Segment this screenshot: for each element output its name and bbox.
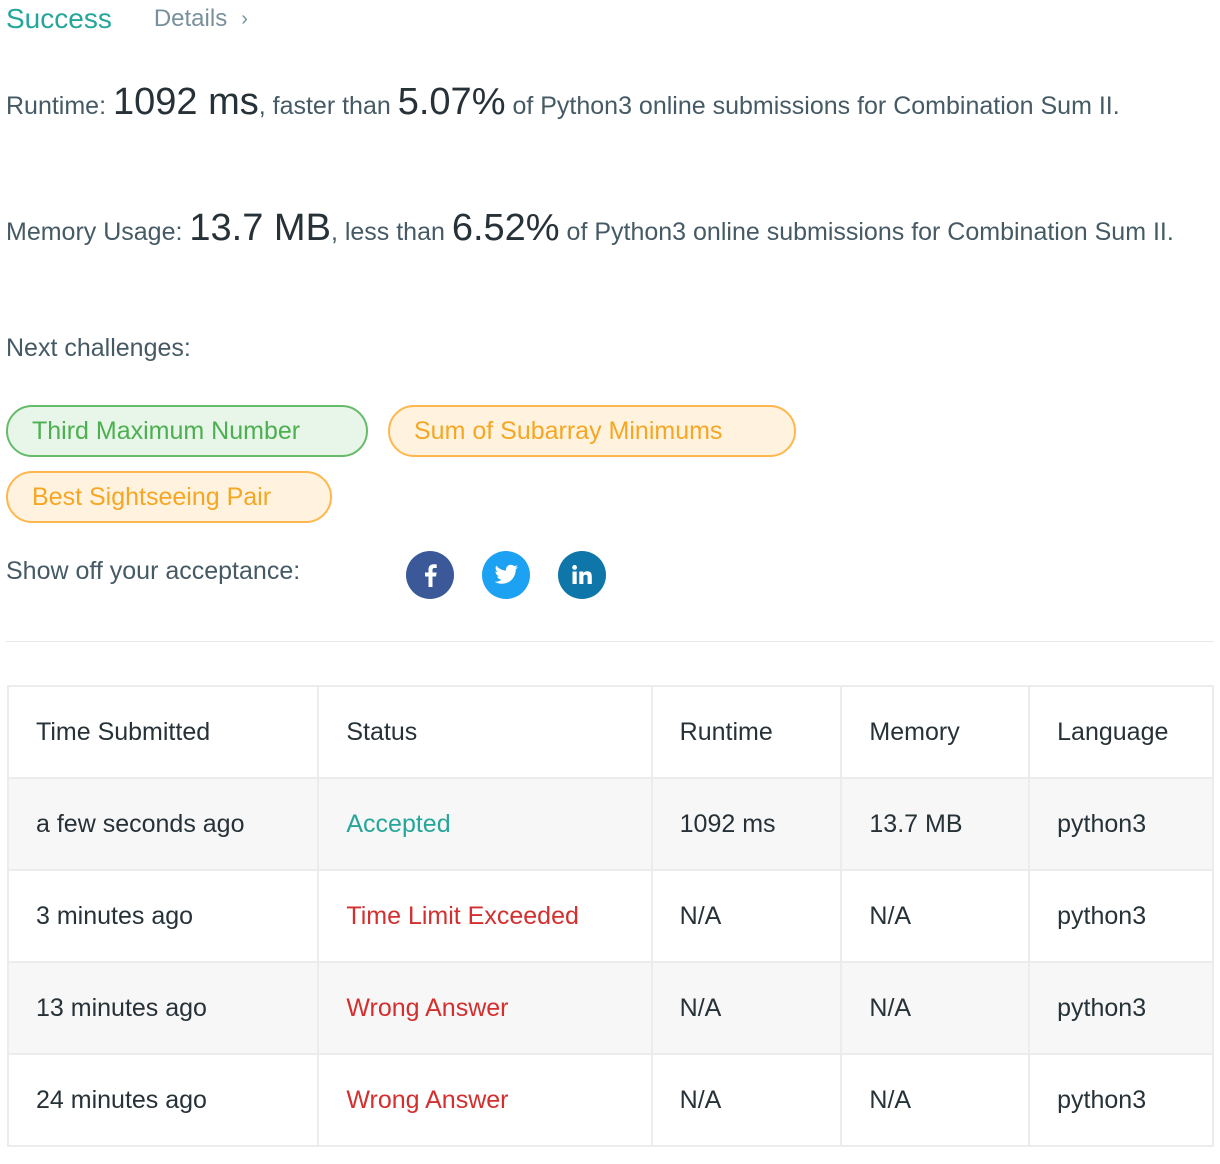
header-status[interactable]: Status	[317, 685, 653, 779]
cell-status-link[interactable]: Accepted	[317, 777, 653, 871]
facebook-icon[interactable]	[406, 551, 454, 599]
header-time-submitted[interactable]: Time Submitted	[6, 685, 320, 779]
runtime-suffix: of Python3 online submissions for Combin…	[512, 92, 1120, 120]
cell-time: 13 minutes ago	[6, 961, 320, 1055]
chevron-right-icon: ›	[241, 7, 248, 30]
cell-memory: N/A	[840, 961, 1031, 1055]
runtime-label: Runtime:	[6, 92, 107, 120]
cell-runtime: N/A	[650, 1053, 843, 1147]
runtime-value: 1092 ms	[113, 81, 259, 123]
memory-label: Memory Usage:	[6, 218, 183, 246]
header-language[interactable]: Language	[1028, 685, 1214, 779]
table-row: 3 minutes ago Time Limit Exceeded N/A N/…	[6, 869, 1214, 963]
twitter-icon[interactable]	[482, 551, 530, 599]
success-status: Success	[6, 3, 112, 34]
header-memory[interactable]: Memory	[840, 685, 1031, 779]
cell-runtime: 1092 ms	[650, 777, 843, 871]
cell-time: a few seconds ago	[6, 777, 320, 871]
memory-suffix: of Python3 online submissions for Combin…	[566, 218, 1174, 246]
table-header-row: Time Submitted Status Runtime Memory Lan…	[6, 685, 1214, 779]
runtime-percent: 5.07%	[397, 81, 506, 123]
details-label: Details	[153, 5, 228, 32]
cell-language: python3	[1028, 1053, 1214, 1147]
cell-time: 3 minutes ago	[6, 869, 320, 963]
cell-status-link[interactable]: Time Limit Exceeded	[317, 869, 653, 963]
memory-comparison: , less than	[330, 218, 445, 246]
memory-stat: Memory Usage: 13.7 MB, less than 6.52% o…	[6, 207, 1211, 253]
cell-language: python3	[1028, 869, 1214, 963]
challenge-third-maximum-number[interactable]: Third Maximum Number	[6, 405, 368, 457]
submissions-table: Time Submitted Status Runtime Memory Lan…	[6, 685, 1214, 1147]
memory-value: 13.7 MB	[189, 207, 331, 249]
cell-runtime: N/A	[650, 869, 843, 963]
cell-status-link[interactable]: Wrong Answer	[317, 961, 653, 1055]
runtime-stat: Runtime: 1092 ms, faster than 5.07% of P…	[6, 81, 1211, 127]
divider	[6, 641, 1214, 642]
header-runtime[interactable]: Runtime	[650, 685, 843, 779]
challenge-best-sightseeing-pair[interactable]: Best Sightseeing Pair	[6, 471, 332, 523]
cell-language: python3	[1028, 961, 1214, 1055]
challenge-sum-of-subarray-minimums[interactable]: Sum of Subarray Minimums	[388, 405, 796, 457]
table-row: 24 minutes ago Wrong Answer N/A N/A pyth…	[6, 1053, 1214, 1147]
share-label: Show off your acceptance:	[6, 557, 301, 585]
result-header: Success Details ›	[6, 0, 248, 38]
memory-percent: 6.52%	[451, 207, 560, 249]
cell-memory: N/A	[840, 869, 1031, 963]
cell-runtime: N/A	[650, 961, 843, 1055]
cell-memory: 13.7 MB	[840, 777, 1031, 871]
next-challenges-label: Next challenges:	[6, 334, 191, 362]
runtime-comparison: , faster than	[258, 92, 391, 120]
cell-status-link[interactable]: Wrong Answer	[317, 1053, 653, 1147]
table-row: a few seconds ago Accepted 1092 ms 13.7 …	[6, 777, 1214, 871]
cell-memory: N/A	[840, 1053, 1031, 1147]
details-link[interactable]: Details ›	[154, 5, 248, 33]
cell-time: 24 minutes ago	[6, 1053, 320, 1147]
table-row: 13 minutes ago Wrong Answer N/A N/A pyth…	[6, 961, 1214, 1055]
linkedin-icon[interactable]	[558, 551, 606, 599]
cell-language: python3	[1028, 777, 1214, 871]
